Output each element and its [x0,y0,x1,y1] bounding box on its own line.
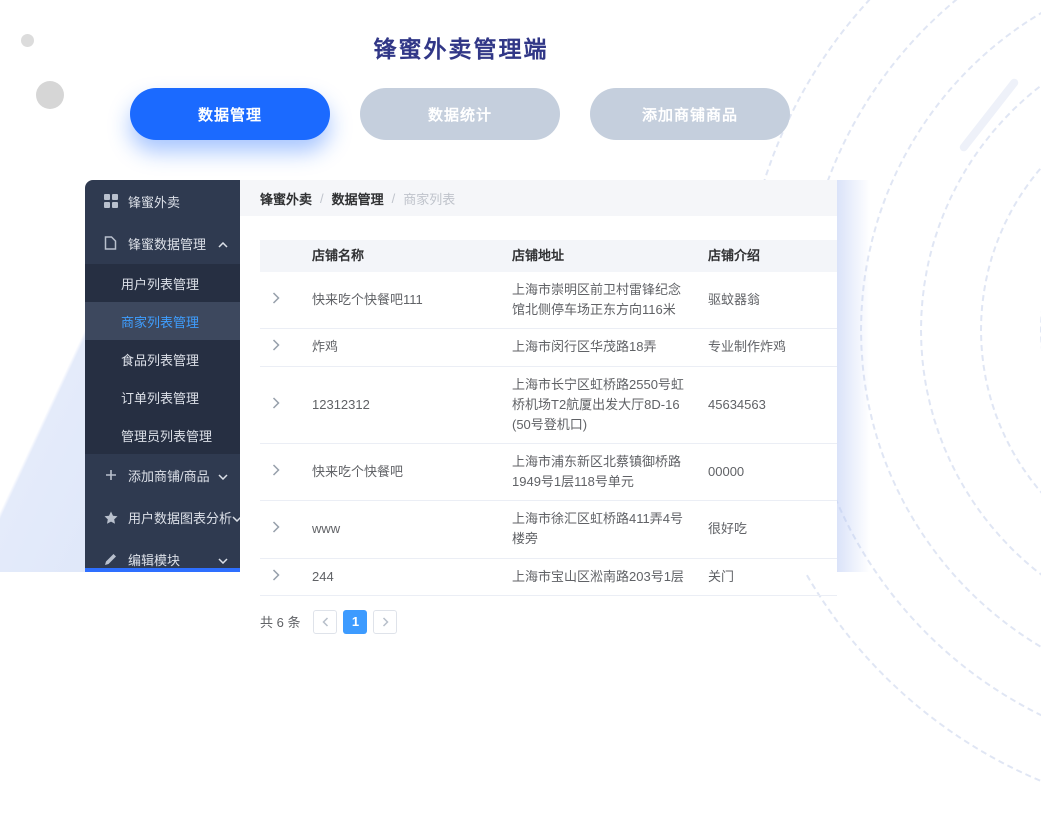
pagination-next-button[interactable] [373,610,397,634]
sidebar-item-label: 食品列表管理 [121,350,199,369]
row-expand-button[interactable] [270,290,282,306]
cell-shop-address: 上海市闵行区华茂路18弄 [502,329,698,366]
sidebar-item-brand[interactable]: 锋蜜外卖 [85,180,240,222]
cell-shop-address: 上海市徐汇区虹桥路411弄4号楼旁 [502,501,698,558]
cell-shop-address: 上海市浦东新区北蔡镇御桥路1949号1层118号单元 [502,444,698,501]
chevron-down-icon [218,468,228,483]
cell-shop-name: 快来吃个快餐吧 [302,444,502,501]
cell-shop-name: 12312312 [302,366,502,443]
sidebar-group-label: 添加商铺/商品 [128,466,218,485]
row-expand-button[interactable] [270,519,282,535]
sidebar-item-food-list[interactable]: 食品列表管理 [85,340,240,378]
sidebar-item-label: 管理员列表管理 [121,426,212,445]
cell-shop-intro: 关门 [698,558,837,595]
table-row: 快来吃个快餐吧 上海市浦东新区北蔡镇御桥路1949号1层118号单元 00000 [260,444,837,501]
plus-icon [103,469,118,481]
sidebar-item-admin-list[interactable]: 管理员列表管理 [85,416,240,454]
sidebar-submenu: 用户列表管理 商家列表管理 食品列表管理 订单列表管理 管理员列表管理 [85,264,240,454]
breadcrumb-item-home[interactable]: 锋蜜外卖 [260,189,312,208]
cell-shop-address: 上海市宝山区淞南路203号1层 [502,558,698,595]
pagination: 共 6 条 1 [260,610,837,634]
sidebar-item-order-list[interactable]: 订单列表管理 [85,378,240,416]
row-expand-button[interactable] [270,567,282,583]
app-header: 锋蜜外卖管理端 [85,30,837,64]
table-row: 炸鸡 上海市闵行区华茂路18弄 专业制作炸鸡 [260,329,837,366]
sidebar-group-add-shop[interactable]: 添加商铺/商品 [85,454,240,496]
column-header-name: 店铺名称 [302,240,502,272]
shop-table: 店铺名称 店铺地址 店铺介绍 快来吃个快餐吧111 上海市崇明区前卫村雷锋纪念馆… [260,240,837,596]
pagination-prev-button[interactable] [313,610,337,634]
sidebar-item-label: 锋蜜外卖 [128,192,228,211]
cell-shop-intro: 很好吃 [698,501,837,558]
sidebar-bottom-strip [85,568,240,572]
row-expand-button[interactable] [270,337,282,353]
sidebar-group-label: 用户数据图表分析 [128,508,232,527]
table-row: 快来吃个快餐吧111 上海市崇明区前卫村雷锋纪念馆北侧停车场正东方向116米 驱… [260,272,837,329]
sidebar-item-label: 订单列表管理 [121,388,199,407]
cell-shop-intro: 驱蚊器翁 [698,272,837,329]
sidebar-item-merchant-list[interactable]: 商家列表管理 [85,302,240,340]
sidebar-item-label: 用户列表管理 [121,274,199,293]
row-expand-button[interactable] [270,395,282,411]
sidebar-group-label: 锋蜜数据管理 [128,234,218,253]
pagination-total: 共 6 条 [260,612,300,631]
sidebar: 锋蜜外卖 锋蜜数据管理 用户列表管理 商家列表管理 食品列表管理 订单列表管理 … [85,180,240,572]
sidebar-item-user-list[interactable]: 用户列表管理 [85,264,240,302]
add-shop-goods-button[interactable]: 添加商铺商品 [590,88,790,140]
decor-circle-large [36,81,64,109]
cell-shop-address: 上海市长宁区虹桥路2550号虹桥机场T2航厦出发大厅8D-16(50号登机口) [502,366,698,443]
cell-shop-name: 快来吃个快餐吧111 [302,272,502,329]
breadcrumb-separator: / [392,191,396,206]
cell-shop-name: www [302,501,502,558]
document-icon [103,236,118,250]
table-row: 12312312 上海市长宁区虹桥路2550号虹桥机场T2航厦出发大厅8D-16… [260,366,837,443]
cell-shop-name: 炸鸡 [302,329,502,366]
breadcrumb-separator: / [320,191,324,206]
data-stats-button[interactable]: 数据统计 [360,88,560,140]
table-row: www 上海市徐汇区虹桥路411弄4号楼旁 很好吃 [260,501,837,558]
cell-shop-intro: 专业制作炸鸡 [698,329,837,366]
cell-shop-intro: 00000 [698,444,837,501]
table-header-row: 店铺名称 店铺地址 店铺介绍 [260,240,837,272]
pagination-page-1[interactable]: 1 [343,610,367,634]
sidebar-group-label: 编辑模块 [128,550,218,569]
main-panel: 锋蜜外卖 / 数据管理 / 商家列表 店铺名称 店铺地址 店铺介绍 快来吃个快餐… [240,180,837,572]
chevron-up-icon [218,236,228,251]
star-icon [103,511,118,524]
cell-shop-address: 上海市崇明区前卫村雷锋纪念馆北侧停车场正东方向116米 [502,272,698,329]
decor-circle-small [21,34,34,47]
breadcrumb-item-data-manage[interactable]: 数据管理 [332,189,384,208]
grid-icon [103,194,118,208]
column-header-intro: 店铺介绍 [698,240,837,272]
cell-shop-name: 244 [302,558,502,595]
cell-shop-intro: 45634563 [698,366,837,443]
table-row: 244 上海市宝山区淞南路203号1层 关门 [260,558,837,595]
breadcrumb-item-current: 商家列表 [403,189,455,208]
top-nav: 数据管理 数据统计 添加商铺商品 [130,88,790,140]
expand-column-header [260,240,302,272]
sidebar-group-user-charts[interactable]: 用户数据图表分析 [85,496,240,538]
sidebar-group-edit-module[interactable]: 编辑模块 [85,538,240,572]
sidebar-group-data-manage[interactable]: 锋蜜数据管理 [85,222,240,264]
column-header-address: 店铺地址 [502,240,698,272]
page-title: 锋蜜外卖管理端 [374,36,549,62]
chevron-down-icon [218,552,228,567]
chevron-down-icon [232,510,240,525]
data-manage-button[interactable]: 数据管理 [130,88,330,140]
breadcrumb: 锋蜜外卖 / 数据管理 / 商家列表 [240,180,837,216]
pencil-icon [103,553,118,566]
sidebar-item-label: 商家列表管理 [121,312,199,331]
row-expand-button[interactable] [270,462,282,478]
decor-edge-glow [836,180,870,572]
